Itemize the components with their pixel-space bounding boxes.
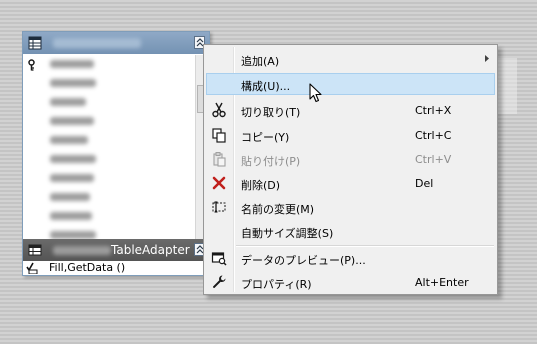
column-row[interactable] (23, 55, 195, 73)
copy-icon (212, 128, 226, 143)
column-row[interactable] (23, 169, 195, 187)
menu-item-copy[interactable]: コピー(Y) Ctrl+C (206, 124, 495, 146)
datatable-title-blurred (53, 38, 141, 48)
datatable-icon (28, 36, 42, 50)
menu-item-label: 追加(A) (241, 55, 280, 68)
delete-x-icon (212, 176, 226, 190)
context-menu: 追加(A) 構成(U)... 切り取り(T) Ctrl+X コピー(Y) Ctr… (203, 44, 498, 295)
menu-item-shortcut: Ctrl+X (415, 104, 452, 117)
menu-item-configure[interactable]: 構成(U)... (206, 73, 495, 95)
column-row[interactable] (23, 112, 195, 130)
primary-key-icon (28, 59, 35, 71)
column-row[interactable] (23, 93, 195, 111)
menu-item-preview-data[interactable]: データのプレビュー(P)... (206, 247, 495, 269)
column-list (23, 55, 195, 261)
menu-item-shortcut: Del (415, 177, 434, 190)
menu-item-rename[interactable]: 名前の変更(M) (206, 196, 495, 218)
menu-item-label: プロパティ(R) (241, 278, 312, 291)
menu-item-label: 構成(U)... (241, 80, 291, 93)
paste-icon (213, 152, 226, 167)
menu-item-label: 貼り付け(P) (241, 155, 301, 168)
tableadapter-name-blurred (53, 246, 111, 255)
menu-item-add[interactable]: 追加(A) (206, 48, 495, 70)
column-row[interactable] (23, 150, 195, 168)
menu-item-label: 名前の変更(M) (241, 203, 315, 216)
data-preview-icon (211, 252, 227, 266)
rename-icon (212, 201, 226, 213)
query-icon (26, 262, 38, 274)
menu-item-cut[interactable]: 切り取り(T) Ctrl+X (206, 99, 495, 121)
submenu-arrow-icon (485, 55, 489, 62)
column-row[interactable] (23, 131, 195, 149)
tableadapter-title: TableAdapter (111, 243, 190, 257)
menu-item-shortcut: Ctrl+V (415, 153, 452, 166)
column-row[interactable] (23, 207, 195, 225)
tableadapter-icon (28, 244, 42, 256)
menu-item-label: 自動サイズ調整(S) (241, 227, 334, 240)
wrench-icon (212, 275, 226, 289)
menu-item-autosize[interactable]: 自動サイズ調整(S) (206, 220, 495, 242)
mouse-pointer-icon (309, 83, 322, 103)
column-row[interactable] (23, 188, 195, 206)
menu-item-properties[interactable]: プロパティ(R) Alt+Enter (206, 271, 495, 293)
tableadapter-header[interactable]: TableAdapter (23, 239, 209, 261)
menu-item-label: データのプレビュー(P)... (241, 254, 366, 267)
query-row[interactable]: Fill,GetData () (23, 261, 209, 275)
query-method-label: Fill,GetData () (49, 261, 126, 274)
menu-item-paste[interactable]: 貼り付け(P) Ctrl+V (206, 148, 495, 170)
menu-item-label: 削除(D) (241, 179, 281, 192)
menu-item-shortcut: Alt+Enter (415, 276, 469, 289)
menu-item-delete[interactable]: 削除(D) Del (206, 172, 495, 194)
menu-item-shortcut: Ctrl+C (415, 129, 452, 142)
scissors-icon (212, 102, 226, 118)
translucent-highlight-band (497, 58, 517, 114)
column-row[interactable] (23, 74, 195, 92)
menu-item-label: 切り取り(T) (241, 106, 301, 119)
datatable-header[interactable] (23, 32, 209, 54)
datatable-panel[interactable]: TableAdapter Fill,GetData () (22, 31, 210, 276)
menu-item-label: コピー(Y) (241, 131, 290, 144)
